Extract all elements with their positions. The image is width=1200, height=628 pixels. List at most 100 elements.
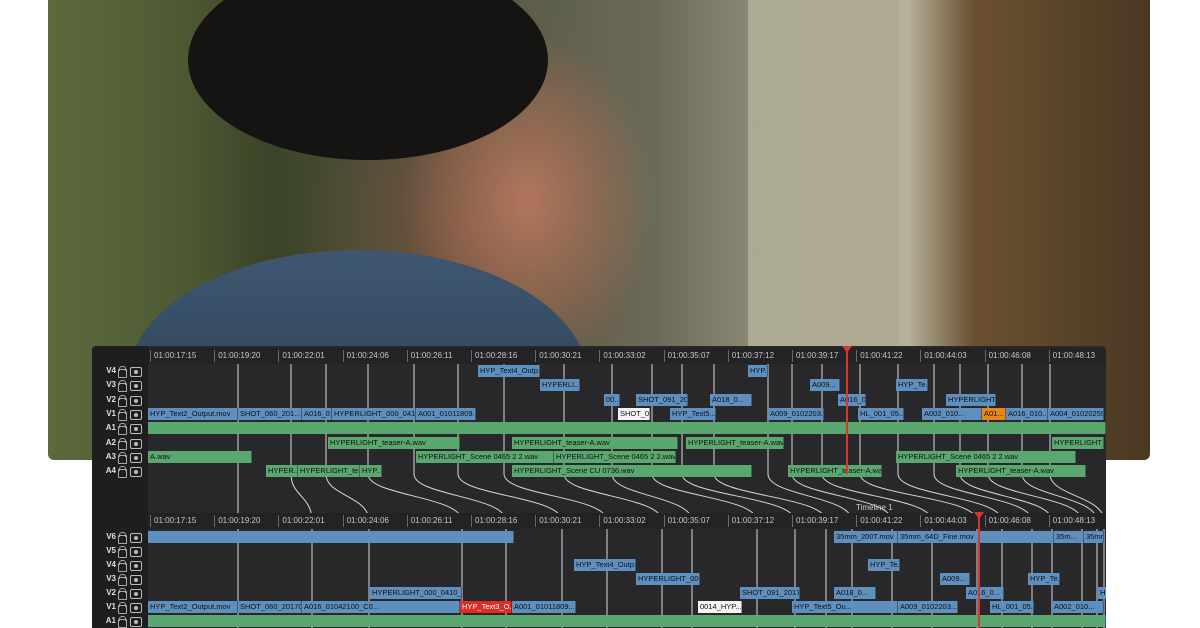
clip[interactable]: HYPERLI... <box>540 379 580 392</box>
clip[interactable]: A009_0102203... <box>768 407 824 420</box>
clip[interactable]: HYPERLIGHT_te... <box>1052 436 1104 449</box>
track-a4[interactable]: HYPER...HYPERLIGHT_tea...HYP... HYPERLIGH… <box>148 464 1106 478</box>
clip[interactable]: A009... <box>940 573 970 585</box>
ruler-top[interactable]: 01:00:17:15 01:00:19:20 01:00:22:01 01:00:2… <box>148 348 1106 364</box>
clip[interactable]: HYPERLIGHT_000_0410_v... <box>370 587 462 599</box>
clip[interactable]: A009_0102203... <box>898 601 958 613</box>
clip[interactable]: A016_010... <box>1006 407 1048 420</box>
clip[interactable]: HYPERLIGHT_Scene 0465 2 2.wav <box>896 450 1076 463</box>
clip[interactable]: A016_0... <box>966 587 1004 599</box>
track-visibility-icon[interactable] <box>130 617 142 627</box>
clip[interactable]: HYP_Te... <box>868 559 900 571</box>
track-visibility-icon[interactable] <box>130 467 142 478</box>
clip[interactable]: 00... <box>604 393 620 406</box>
clip[interactable]: 35mr <box>1084 531 1104 543</box>
playhead-marker-icon[interactable] <box>974 512 984 519</box>
clip[interactable]: HYP_Te... <box>1028 573 1060 585</box>
lock-icon[interactable] <box>118 602 127 614</box>
clip[interactable]: HYPERLIGHT_teaser-A.wav <box>686 436 784 449</box>
clip[interactable]: 0014_HYP... <box>698 601 742 613</box>
track-visibility-icon[interactable] <box>130 367 142 377</box>
lock-icon[interactable] <box>118 532 127 544</box>
clip[interactable]: A009... <box>810 379 840 392</box>
clip[interactable]: HYPERLIGHT_tea... <box>298 465 360 478</box>
clip[interactable]: SHOT_060_20170... <box>238 601 302 613</box>
lock-icon[interactable] <box>118 380 127 393</box>
clip[interactable]: A016_01... <box>302 407 332 420</box>
clip[interactable]: A01... <box>982 407 1006 420</box>
clip[interactable]: HYP_Text4_Outp... <box>574 559 636 571</box>
lock-icon[interactable] <box>118 546 127 558</box>
clip[interactable]: 35mm_64D_Fine.mov <box>898 531 1054 543</box>
track-v1[interactable]: HYP_Text2_Output.mov SHOT_060_201... A016_… <box>148 407 1106 421</box>
clip[interactable]: 35m... <box>1054 531 1084 543</box>
clip[interactable]: HYPER... <box>266 465 298 478</box>
track-a1[interactable] <box>148 421 1106 435</box>
track-visibility-icon[interactable] <box>130 589 142 599</box>
clip[interactable]: HYPERLIGHT_000... <box>636 573 700 585</box>
track-v2[interactable]: HYPERLIGHT_000_0410_v... SHOT_091_2017...… <box>148 586 1106 600</box>
lock-icon[interactable] <box>118 366 127 378</box>
clip[interactable]: HYP_Te... <box>896 379 928 392</box>
playhead[interactable] <box>846 348 848 474</box>
clip[interactable]: HYP... <box>748 365 768 377</box>
track-visibility-icon[interactable] <box>130 409 142 420</box>
clip[interactable]: HYP_Text5_Ou... <box>792 601 898 613</box>
lock-icon[interactable] <box>118 466 127 479</box>
track-v1[interactable]: HYP_Text2_Output.mov SHOT_060_20170... A01… <box>148 600 1106 614</box>
clip[interactable]: HYPERLIGHT... <box>946 393 996 406</box>
track-v3[interactable]: HYPERLI... A009... HYP_Te... <box>148 378 1106 392</box>
track-visibility-icon[interactable] <box>130 575 142 585</box>
clip[interactable]: HYPERLIGHT_teaser-A.wav <box>956 465 1086 478</box>
clip[interactable]: HYP_Text2_Output.mov <box>148 601 238 613</box>
clip[interactable]: A016_01042100_C0... <box>302 601 460 613</box>
clip[interactable]: HYPERLIGHT_teaser-A.wav <box>512 436 678 449</box>
lock-icon[interactable] <box>118 408 127 421</box>
track-visibility-icon[interactable] <box>130 603 142 613</box>
track-visibility-icon[interactable] <box>130 381 142 392</box>
playhead[interactable] <box>978 514 980 628</box>
clip[interactable]: HL_001_05... <box>858 407 904 420</box>
clip[interactable]: A002_010... <box>922 407 982 420</box>
clip[interactable]: HYPERLIGHT_teaser-A.wav <box>788 465 882 478</box>
clip[interactable]: HYPERLIGHT_Scene 0465 2 2.wav <box>416 450 554 463</box>
clip[interactable]: A002_010... <box>1052 601 1104 613</box>
track-v5[interactable] <box>148 544 1106 558</box>
track-visibility-icon[interactable] <box>130 424 142 435</box>
timeline-panel[interactable]: Timeline 1 01:00:17:15 01:00:19:20 01:00:2… <box>92 346 1106 628</box>
clip[interactable]: HYP... <box>360 465 382 478</box>
clip[interactable]: SHOT_060_201... <box>238 407 302 420</box>
track-visibility-icon[interactable] <box>130 547 142 557</box>
track-visibility-icon[interactable] <box>130 395 142 406</box>
lock-icon[interactable] <box>118 451 127 464</box>
clip[interactable] <box>148 531 514 543</box>
track-v6[interactable]: 35mm_200T.mov 35mm_64D_Fine.mov 35m... 35mr <box>148 530 1106 544</box>
clip[interactable]: SHOT_091_20... <box>636 393 688 406</box>
clip[interactable] <box>148 615 1106 627</box>
lock-icon[interactable] <box>118 560 127 572</box>
clip[interactable]: HYPERLIGHT_Scene 0465 2 2.wav <box>554 450 676 463</box>
lock-icon[interactable] <box>118 437 127 450</box>
clip[interactable]: A016_0... <box>838 393 866 406</box>
track-a1[interactable] <box>148 614 1106 628</box>
track-a2[interactable]: HYPERLIGHT_teaser-A.wav HYPERLIGHT_teaser… <box>148 436 1106 450</box>
clip[interactable]: HYPERLIGHT_000_0410_v... <box>332 407 416 420</box>
lock-icon[interactable] <box>118 574 127 586</box>
clip[interactable]: A004_01020259_C... <box>1048 407 1104 420</box>
track-v4[interactable]: HYP_Text4_Outp... HYP... <box>148 364 1106 378</box>
clip[interactable]: HYPERLIGHT_Scene CU 0736.wav <box>512 465 752 478</box>
clip[interactable]: HYPERLI... <box>1098 587 1106 599</box>
clip[interactable]: HYP_Text4_Outp... <box>478 365 540 377</box>
clip[interactable]: A.wav <box>148 450 252 463</box>
clip[interactable]: HL_001_05... <box>990 601 1034 613</box>
clip[interactable]: HYP_Text5... <box>670 407 716 420</box>
lock-icon[interactable] <box>118 616 127 628</box>
clip[interactable]: SHOT_0... <box>618 407 650 420</box>
track-visibility-icon[interactable] <box>130 561 142 571</box>
track-v3[interactable]: HYPERLIGHT_000... A009... HYP_Te... <box>148 572 1106 586</box>
lock-icon[interactable] <box>118 394 127 407</box>
clip[interactable]: A001_01011809... <box>416 407 476 420</box>
clip[interactable]: A018_0... <box>710 393 752 406</box>
clip[interactable]: A018_0... <box>834 587 876 599</box>
playhead-marker-icon[interactable] <box>842 346 852 353</box>
